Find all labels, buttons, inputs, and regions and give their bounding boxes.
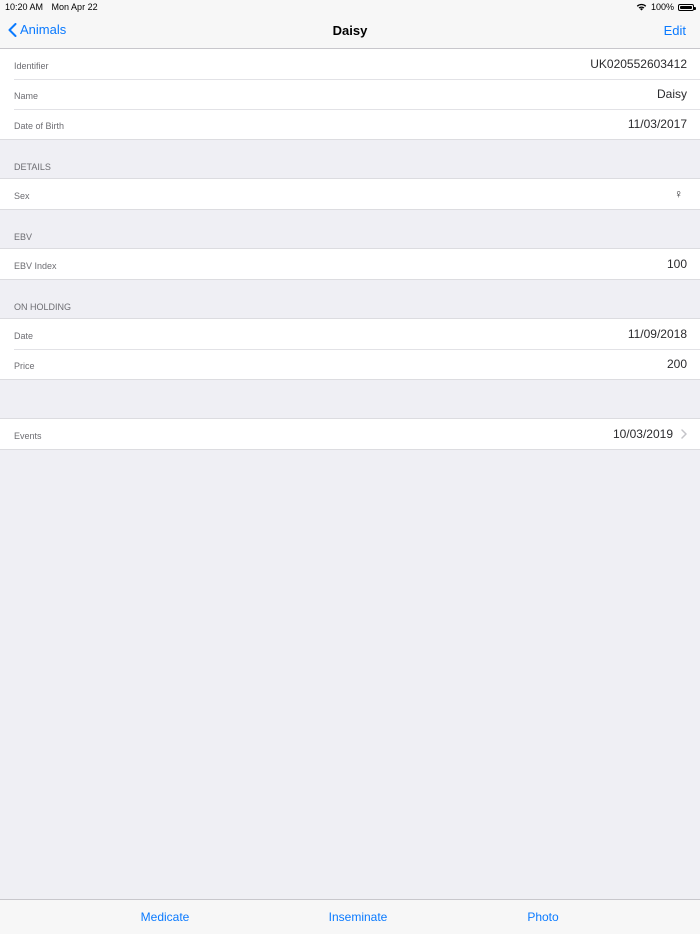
events-value-wrap: 10/03/2019	[613, 427, 687, 441]
details-group: Sex ♀	[0, 178, 700, 210]
holding-date-row: Date 11/09/2018	[0, 319, 700, 349]
ebv-section-header: EBV	[14, 232, 33, 242]
date-of-birth-row: Date of Birth 11/03/2017	[0, 109, 700, 139]
name-value: Daisy	[656, 87, 687, 101]
battery-icon	[678, 3, 696, 11]
holding-date-label: Date	[14, 330, 34, 341]
holding-date-value: 11/09/2018	[627, 327, 687, 341]
events-label: Events	[14, 430, 42, 441]
price-label: Price	[14, 360, 35, 371]
ebv-index-label: EBV Index	[14, 260, 57, 271]
medicate-button[interactable]: Medicate	[141, 910, 190, 924]
female-icon: ♀	[674, 187, 683, 201]
inseminate-button[interactable]: Inseminate	[329, 910, 388, 924]
wifi-icon	[636, 3, 647, 11]
bottom-toolbar: Medicate Inseminate Photo	[0, 899, 700, 934]
sex-row: Sex ♀	[0, 179, 700, 209]
status-bar: 10:20 AM Mon Apr 22 100%	[0, 0, 700, 14]
basic-info-group: Identifier UK020552603412 Name Daisy Dat…	[0, 49, 700, 140]
battery-percentage: 100%	[650, 2, 674, 12]
date-of-birth-value: 11/03/2017	[627, 117, 687, 131]
ebv-group: EBV Index 100	[0, 248, 700, 280]
name-label: Name	[14, 90, 39, 101]
identifier-row: Identifier UK020552603412	[0, 49, 700, 79]
edit-button[interactable]: Edit	[664, 23, 686, 38]
on-holding-section-header: ON HOLDING	[14, 302, 72, 312]
on-holding-group: Date 11/09/2018 Price 200	[0, 318, 700, 380]
events-group: Events 10/03/2019	[0, 418, 700, 450]
page-title: Daisy	[332, 23, 368, 38]
navigation-bar: Animals Daisy Edit	[0, 14, 700, 49]
status-time: 10:20 AM	[5, 2, 44, 12]
detail-content: Identifier UK020552603412 Name Daisy Dat…	[0, 49, 700, 450]
status-date: Mon Apr 22	[51, 2, 98, 12]
status-left: 10:20 AM Mon Apr 22	[5, 2, 98, 12]
events-value: 10/03/2019	[612, 427, 673, 441]
name-row: Name Daisy	[0, 79, 700, 109]
chevron-right-icon	[681, 429, 687, 439]
ebv-index-value: 100	[666, 257, 687, 271]
identifier-label: Identifier	[14, 60, 49, 71]
events-row[interactable]: Events 10/03/2019	[0, 419, 700, 449]
photo-button[interactable]: Photo	[527, 910, 558, 924]
battery-fill	[680, 5, 692, 9]
date-of-birth-label: Date of Birth	[14, 120, 65, 131]
details-section-header: DETAILS	[14, 162, 51, 172]
ebv-index-row: EBV Index 100	[0, 249, 700, 279]
status-right: 100%	[636, 2, 696, 12]
identifier-value: UK020552603412	[590, 57, 687, 71]
sex-label: Sex	[14, 190, 30, 201]
animal-detail-screen: 10:20 AM Mon Apr 22 100% Animals Daisy E…	[0, 0, 700, 934]
price-row: Price 200	[0, 349, 700, 379]
price-value: 200	[666, 357, 687, 371]
